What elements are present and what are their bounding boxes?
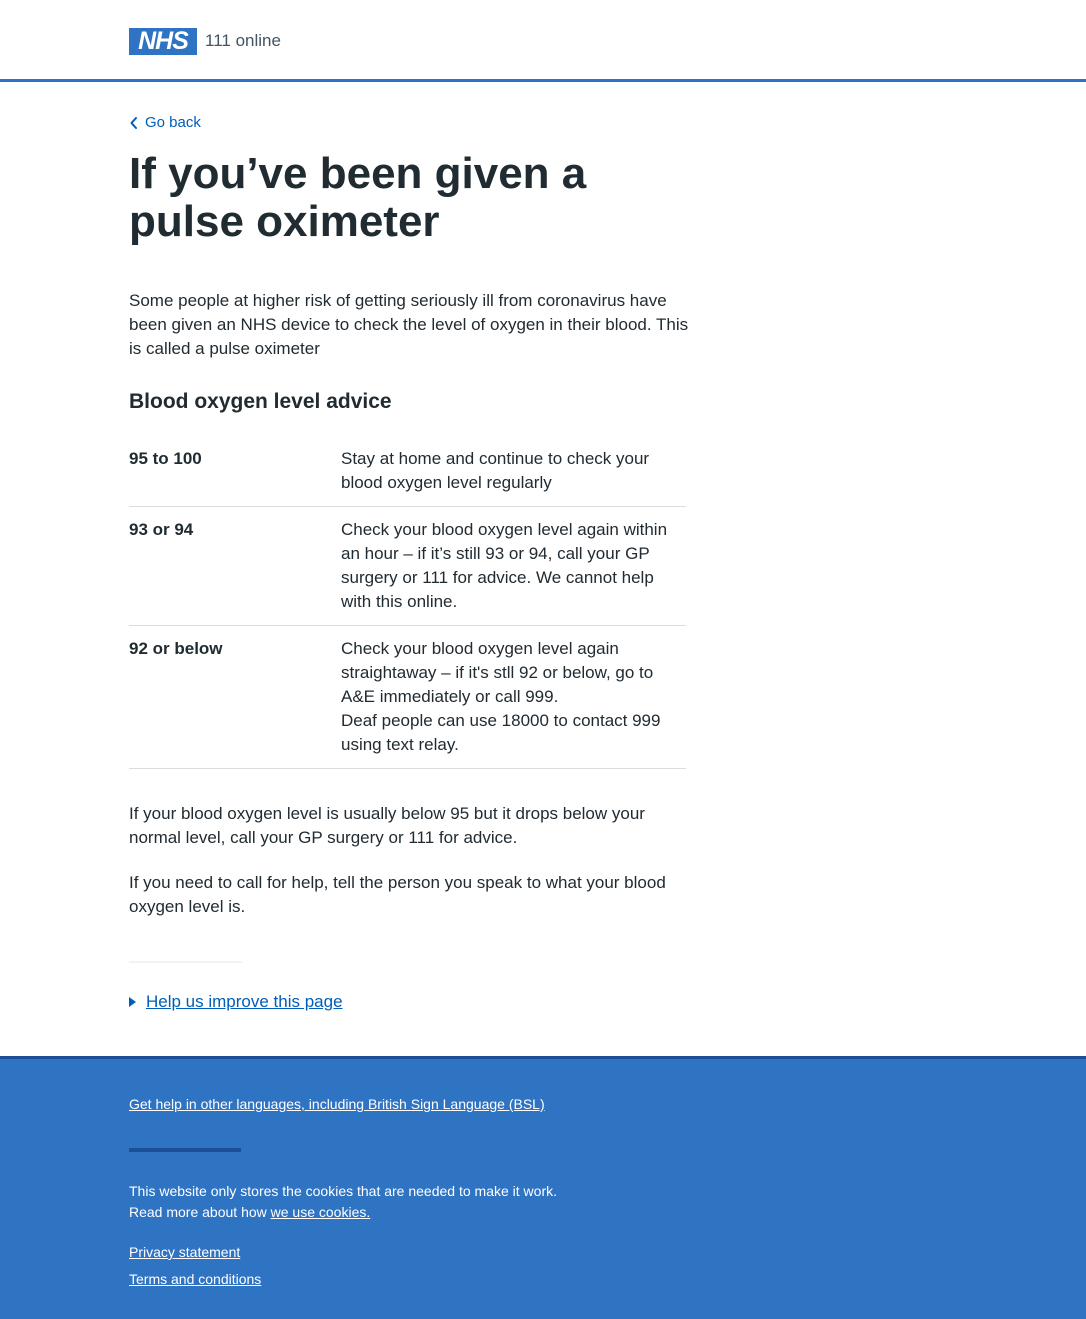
advice-paragraph: Deaf people can use 18000 to contact 999… xyxy=(341,711,661,754)
call-help-advice: If you need to call for help, tell the p… xyxy=(129,873,666,916)
oxygen-level: 92 or below xyxy=(129,639,223,658)
section-divider xyxy=(129,961,242,963)
intro-text: Some people at higher risk of getting se… xyxy=(129,291,689,358)
cookies-link[interactable]: we use cookies. xyxy=(271,1204,371,1220)
advice-paragraph: Stay at home and continue to check your … xyxy=(341,449,650,492)
feedback-label: Help us improve this page xyxy=(146,992,343,1011)
table-row: 93 or 94 Check your blood oxygen level a… xyxy=(129,518,686,626)
oxygen-level: 95 to 100 xyxy=(129,449,202,468)
nhs-logo-text: NHS xyxy=(138,27,189,55)
cookie-notice-prefix: Read more about how xyxy=(129,1204,271,1220)
triangle-right-icon xyxy=(129,997,136,1007)
service-name: 111 online xyxy=(205,31,281,50)
footer-divider xyxy=(129,1148,241,1152)
advice-text: Check your blood oxygen level again with… xyxy=(341,518,686,614)
page-title: If you’ve been given a pulse oximeter xyxy=(129,149,587,246)
table-row: 95 to 100 Stay at home and continue to c… xyxy=(129,447,686,507)
site-header: NHS 111 online xyxy=(0,0,1086,82)
privacy-statement-link[interactable]: Privacy statement xyxy=(129,1244,240,1260)
table-row: 92 or below Check your blood oxygen leve… xyxy=(129,637,686,769)
go-back-label: Go back xyxy=(145,114,201,131)
advice-paragraph: Check your blood oxygen level again with… xyxy=(341,520,668,611)
site-footer: Get help in other languages, including B… xyxy=(0,1056,1086,1319)
below-95-advice: If your blood oxygen level is usually be… xyxy=(129,804,645,847)
advice-paragraph: Check your blood oxygen level again stra… xyxy=(341,639,654,706)
cookie-notice: This website only stores the cookies tha… xyxy=(129,1181,557,1223)
feedback-details-toggle[interactable]: Help us improve this page xyxy=(129,992,343,1012)
nhs-logo[interactable]: NHS xyxy=(129,28,197,55)
cookie-notice-line: Read more about how we use cookies. xyxy=(129,1202,557,1223)
cookie-notice-line: This website only stores the cookies tha… xyxy=(129,1183,557,1199)
other-languages-link[interactable]: Get help in other languages, including B… xyxy=(129,1096,545,1112)
advice-text: Check your blood oxygen level again stra… xyxy=(341,637,686,757)
advice-table: 95 to 100 Stay at home and continue to c… xyxy=(129,447,686,780)
oxygen-level: 93 or 94 xyxy=(129,520,194,539)
go-back-link[interactable]: Go back xyxy=(129,114,201,131)
advice-text: Stay at home and continue to check your … xyxy=(341,447,686,495)
section-heading: Blood oxygen level advice xyxy=(129,390,392,413)
chevron-left-icon xyxy=(129,115,139,131)
terms-conditions-link[interactable]: Terms and conditions xyxy=(129,1271,261,1287)
